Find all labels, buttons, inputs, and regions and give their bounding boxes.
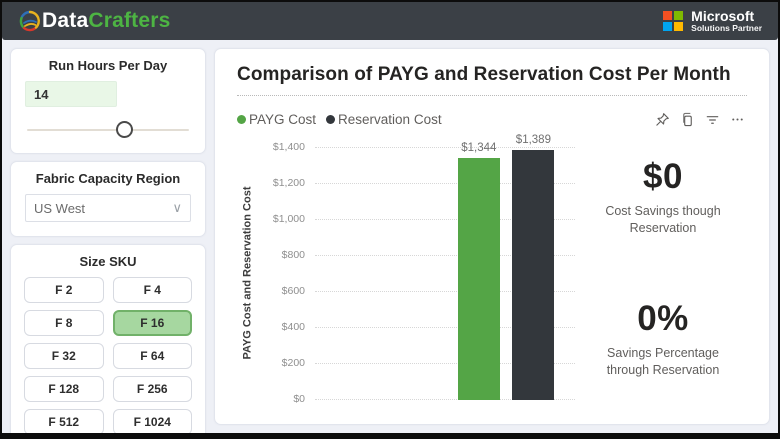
kpi-value: $0 — [643, 157, 683, 196]
filter-icon[interactable] — [705, 112, 720, 127]
microsoft-logo-icon — [663, 10, 684, 31]
y-tick-label: $400 — [281, 321, 305, 333]
copy-icon[interactable] — [680, 112, 695, 127]
region-selected-value: US West — [34, 200, 86, 216]
bar-payg-cost[interactable] — [457, 158, 500, 400]
page-content: Run Hours Per Day Fabric Capacity Region… — [2, 40, 778, 433]
chevron-down-icon: ∨ — [172, 200, 182, 215]
sku-button-f256[interactable]: F 256 — [112, 376, 192, 402]
region-dropdown[interactable]: US West ∨ — [25, 194, 191, 222]
sku-button-f8[interactable]: F 8 — [24, 310, 104, 336]
legend: PAYG Cost Reservation Cost — [237, 112, 442, 127]
slider-track[interactable] — [27, 129, 189, 131]
sku-button-f2[interactable]: F 2 — [24, 277, 104, 303]
chart-title: Comparison of PAYG and Reservation Cost … — [237, 64, 731, 85]
sku-button-f512[interactable]: F 512 — [24, 409, 104, 433]
y-tick-label: $800 — [281, 249, 305, 261]
brand-name: DataCrafters — [42, 9, 171, 32]
run-hours-input[interactable] — [25, 81, 117, 107]
run-hours-slider[interactable] — [27, 119, 189, 141]
legend-label: Reservation Cost — [338, 112, 442, 127]
sku-button-f16[interactable]: F 16 — [112, 310, 192, 336]
sku-button-f4[interactable]: F 4 — [112, 277, 192, 303]
title-divider — [237, 95, 747, 96]
run-hours-card: Run Hours Per Day — [10, 48, 206, 154]
more-options-icon[interactable] — [730, 112, 745, 127]
sku-button-f1024[interactable]: F 1024 — [112, 409, 192, 433]
bar-chart-plot: $0 $200 $400 $600 $800 $1,000 $1,200 $1,400 $1,3… — [257, 131, 579, 414]
y-tick-label: $1,400 — [272, 141, 305, 153]
region-title: Fabric Capacity Region — [35, 171, 181, 186]
y-tick-label: $200 — [281, 357, 305, 369]
kpi-label: Cost Savings though Reservation — [605, 204, 721, 235]
partner-subtitle: Solutions Partner — [691, 22, 762, 33]
y-tick-label: $1,000 — [272, 213, 305, 225]
legend-item-reservation-cost[interactable]: Reservation Cost — [326, 112, 442, 127]
sku-title: Size SKU — [79, 254, 137, 269]
y-axis-title: PAYG Cost and Reservation Cost — [241, 186, 253, 359]
kpi-label: Savings Percentage through Reservation — [606, 345, 720, 377]
bar-reservation-cost[interactable] — [512, 149, 555, 400]
legend-dot-icon — [237, 115, 246, 124]
y-tick-label: $600 — [281, 285, 305, 297]
sku-button-f32[interactable]: F 32 — [24, 343, 104, 369]
region-card: Fabric Capacity Region US West ∨ — [10, 161, 206, 237]
kpi-value: 0% — [637, 298, 689, 338]
visual-toolbar — [655, 112, 747, 127]
legend-label: PAYG Cost — [249, 112, 317, 127]
legend-dot-icon — [326, 115, 336, 124]
bar-data-label: $1,389 — [515, 133, 551, 146]
filter-sidebar: Run Hours Per Day Fabric Capacity Region… — [10, 48, 206, 433]
run-hours-title: Run Hours Per Day — [48, 58, 168, 73]
brand-logo: DataCrafters — [18, 9, 170, 33]
slider-handle[interactable] — [116, 121, 134, 138]
kpi-card-0: $0 Cost Savings though Reservation — [579, 157, 747, 237]
y-tick-label: $0 — [293, 393, 305, 405]
microsoft-partner-badge: Microsoft Solutions Partner — [663, 9, 766, 33]
partner-name: Microsoft — [691, 8, 755, 25]
y-tick-label: $1,200 — [272, 177, 305, 189]
pin-icon[interactable] — [655, 112, 670, 127]
top-header-bar: DataCrafters Microsoft Solutions Partner — [2, 2, 778, 40]
sku-button-f64[interactable]: F 64 — [112, 343, 192, 369]
kpi-card-1: 0% Savings Percentage through Reservation — [579, 299, 747, 379]
chart-region: PAYG Cost and Reservation Cost $0 $200 $40… — [237, 131, 747, 414]
datacrafters-swirl-icon — [19, 10, 40, 32]
cost-comparison-visual: Comparison of PAYG and Reservation Cost … — [214, 48, 770, 425]
sku-button-f128[interactable]: F 128 — [24, 376, 104, 402]
sku-card: Size SKU F 2 F 4 F 8 F 16 F 32 F 64 F 128 F 256… — [10, 244, 206, 433]
kpi-column: $0 Cost Savings though Reservation 0% Savin… — [579, 131, 747, 414]
app-window: DataCrafters Microsoft Solutions Partner… — [0, 0, 780, 439]
legend-item-payg-cost[interactable]: PAYG Cost — [237, 112, 316, 127]
sku-button-grid: F 2 F 4 F 8 F 16 F 32 F 64 F 128 F 256 F 512 F 10… — [23, 277, 193, 433]
